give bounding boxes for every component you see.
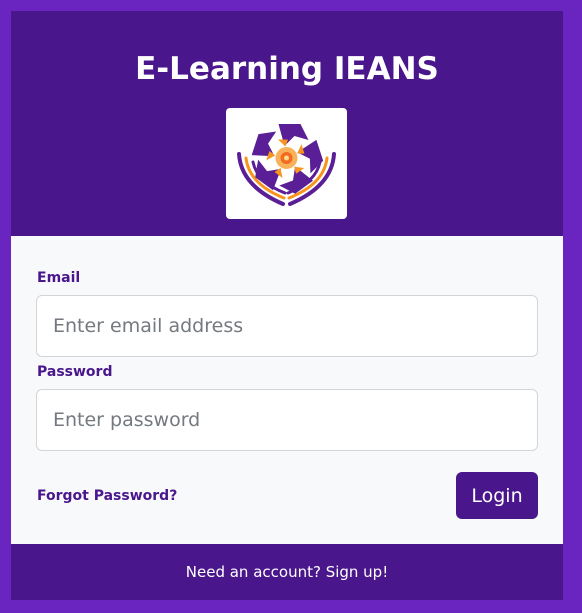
password-field[interactable] <box>36 389 538 451</box>
page-title: E-Learning IEANS <box>135 51 439 87</box>
email-label: Email <box>37 270 81 286</box>
signup-link[interactable]: Need an account? Sign up! <box>11 563 563 581</box>
login-card: E-Learning IEANS Email Enter email addre… <box>11 11 563 600</box>
card-footer: Need an account? Sign up! <box>11 544 563 600</box>
logo <box>226 108 347 219</box>
ieans-logo-icon <box>237 124 336 206</box>
password-label: Password <box>37 364 113 380</box>
card-header: E-Learning IEANS <box>11 11 563 236</box>
email-field[interactable] <box>36 295 538 357</box>
login-button[interactable]: Login <box>456 472 538 519</box>
forgot-password-link[interactable]: Forgot Password? <box>37 487 177 505</box>
